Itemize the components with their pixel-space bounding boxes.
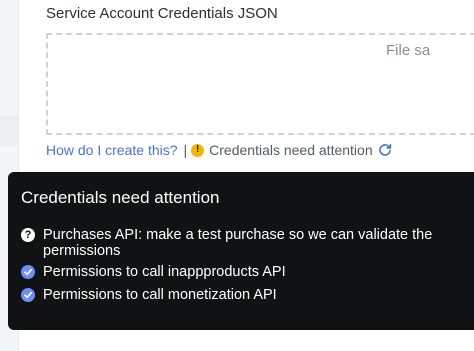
left-panel-notch (0, 116, 18, 146)
credentials-status-text[interactable]: Credentials need attention (209, 142, 372, 158)
check-icon (21, 265, 35, 279)
tooltip-item-text: Purchases API: make a test purchase so w… (43, 227, 433, 259)
credentials-field-label: Service Account Credentials JSON (46, 5, 278, 22)
tooltip-title: Credentials need attention (21, 188, 220, 207)
tooltip-item-text: Permissions to call inappproducts API (43, 264, 286, 280)
refresh-icon[interactable] (378, 143, 392, 157)
tooltip-item-purchases-api: ? Purchases API: make a test purchase so… (21, 227, 463, 259)
credentials-help-row: How do I create this? | ! Credentials ne… (46, 141, 392, 159)
tooltip-item-monetization: Permissions to call monetization API (21, 287, 463, 303)
how-to-create-link[interactable]: How do I create this? (46, 142, 178, 158)
warning-icon: ! (191, 143, 205, 157)
check-icon (21, 288, 35, 302)
question-icon: ? (21, 228, 35, 242)
tooltip-item-text: Permissions to call monetization API (43, 287, 277, 303)
tooltip-item-inappproducts: Permissions to call inappproducts API (21, 264, 463, 280)
separator: | (183, 142, 188, 158)
credentials-status-tooltip: Credentials need attention ? Purchases A… (8, 172, 474, 330)
dropzone-placeholder-text: File sa (386, 42, 431, 59)
